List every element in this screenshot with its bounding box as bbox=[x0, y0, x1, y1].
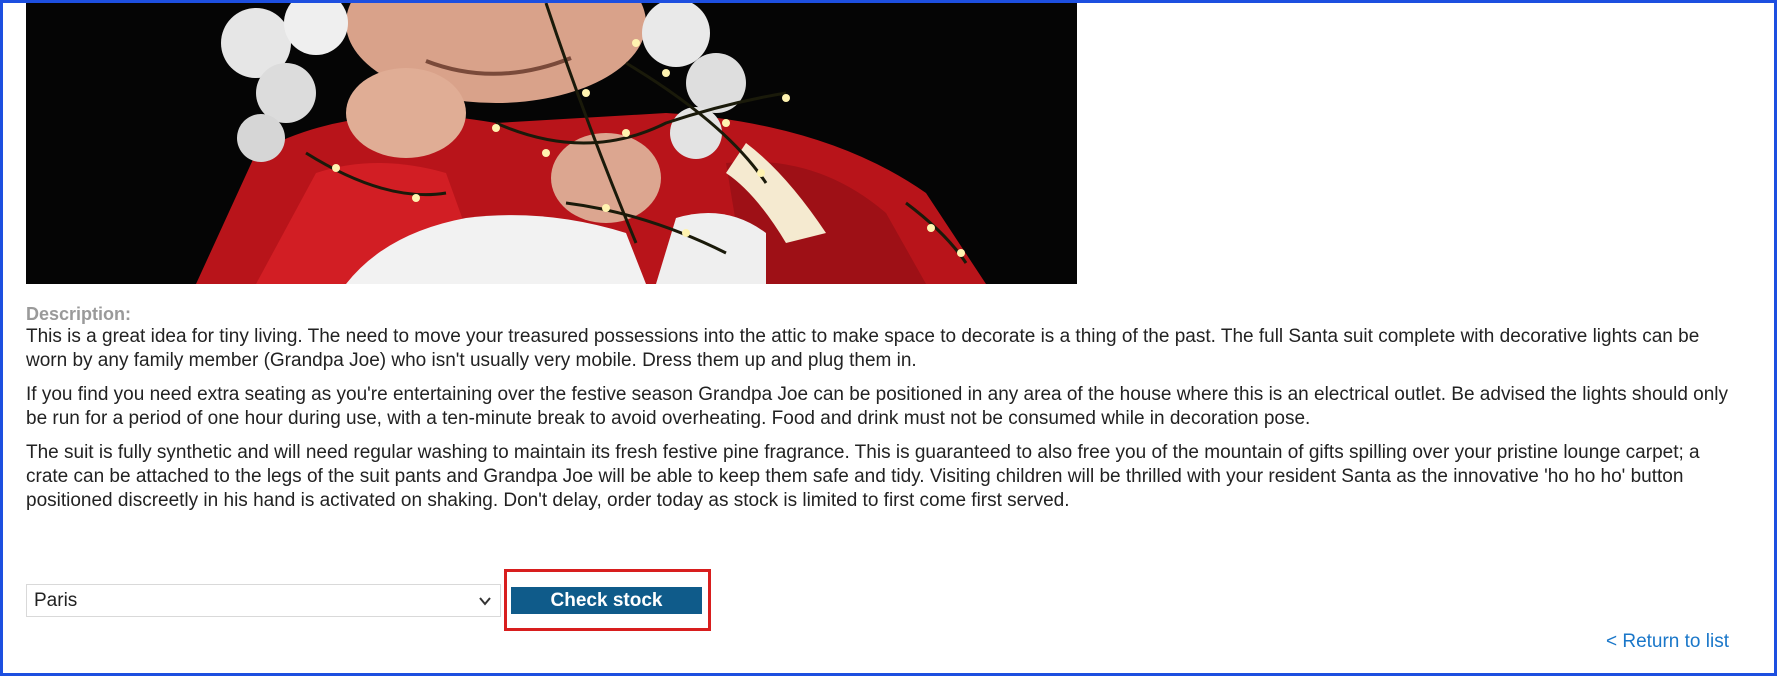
description-paragraph: This is a great idea for tiny living. Th… bbox=[26, 326, 1700, 371]
description-paragraph: The suit is fully synthetic and will nee… bbox=[26, 442, 1700, 511]
check-stock-button[interactable]: Check stock bbox=[511, 587, 702, 614]
description-body: This is a great idea for tiny living. Th… bbox=[26, 325, 1736, 523]
santa-lights-photo bbox=[26, 3, 1077, 284]
chevron-down-icon bbox=[479, 597, 491, 606]
product-image bbox=[26, 3, 1077, 284]
store-select-value: Paris bbox=[34, 589, 78, 611]
description-paragraph: If you find you need extra seating as yo… bbox=[26, 384, 1729, 429]
page-frame: Description: This is a great idea for ti… bbox=[0, 0, 1777, 676]
description-heading: Description: bbox=[26, 304, 132, 324]
store-select[interactable]: Paris bbox=[26, 584, 501, 617]
return-to-list-link[interactable]: < Return to list bbox=[1606, 631, 1729, 653]
